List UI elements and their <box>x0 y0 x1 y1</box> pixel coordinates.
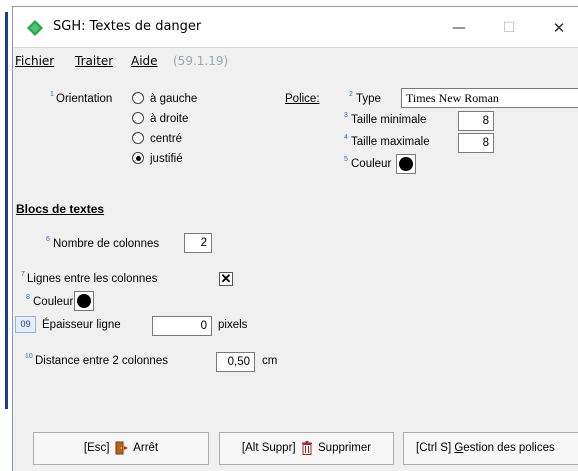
distance-number: 10 <box>25 353 33 360</box>
minimize-button[interactable]: — <box>444 15 474 41</box>
lignes-number: 7 <box>21 271 25 278</box>
trash-icon <box>301 440 312 455</box>
polices-label-rest: estion des polices <box>463 442 555 454</box>
orientation-option-gauche: à gauche <box>150 93 198 105</box>
orientation-option-justifie: justifié <box>150 153 183 165</box>
taille-max-number: 4 <box>344 134 348 141</box>
lignes-checkbox[interactable]: ✕ <box>219 272 233 286</box>
dialog-window: SGH: Textes de danger — ☐ ✕ Fichier Trai… <box>12 6 578 471</box>
epaisseur-field[interactable]: 0 <box>152 316 212 336</box>
arret-label: Arrêt <box>133 442 159 454</box>
orientation-radio-centre[interactable] <box>132 132 144 144</box>
police-color-swatch[interactable] <box>396 154 416 174</box>
window-title: SGH: Textes de danger <box>53 19 202 34</box>
background-window-edge <box>0 0 12 409</box>
menu-aide[interactable]: Aide <box>131 54 158 68</box>
orientation-number: 1 <box>50 91 54 98</box>
colonnes-number: 6 <box>46 236 50 243</box>
orientation-radio-droite[interactable] <box>132 112 144 124</box>
taille-min-number: 3 <box>344 112 348 119</box>
supprimer-button[interactable]: [Alt Suppr] Supprimer <box>219 432 394 465</box>
app-diamond-icon <box>27 20 43 36</box>
blocs-couleur-number: 8 <box>26 294 30 301</box>
orientation-option-droite: à droite <box>150 113 189 125</box>
supprimer-label: Supprimer <box>318 442 372 454</box>
font-type-field[interactable]: Times New Roman <box>401 88 578 108</box>
menu-version: (59.1.19) <box>173 54 229 68</box>
orientation-option-centre: centré <box>150 133 182 145</box>
colonnes-field[interactable]: 2 <box>184 233 212 253</box>
police-couleur-number: 5 <box>344 156 348 163</box>
epaisseur-label: Épaisseur ligne <box>42 319 121 331</box>
polices-label-mnemonic: G <box>454 442 464 454</box>
colonnes-label: Nombre de colonnes <box>53 238 160 250</box>
police-couleur-label: Couleur <box>351 158 392 170</box>
taille-max-label: Taille maximale <box>351 136 430 148</box>
background-window-border <box>5 12 8 409</box>
blocs-color-swatch[interactable] <box>74 291 94 311</box>
menu-bar: Fichier Traiter Aide (59.1.19) <box>13 47 578 73</box>
type-number: 2 <box>349 91 353 98</box>
distance-field[interactable]: 0,50 <box>216 352 255 372</box>
arret-shortcut: [Esc] <box>83 442 110 454</box>
police-heading: Police: <box>285 93 320 105</box>
supprimer-shortcut: [Alt Suppr] <box>241 442 296 454</box>
exit-door-icon <box>115 441 128 455</box>
type-label: Type <box>356 93 381 105</box>
title-bar[interactable]: SGH: Textes de danger — ☐ ✕ <box>13 7 578 47</box>
lignes-label: Lignes entre les colonnes <box>27 273 158 285</box>
orientation-radio-gauche[interactable] <box>132 92 144 104</box>
taille-min-label: Taille minimale <box>351 114 427 126</box>
close-button[interactable]: ✕ <box>544 15 574 41</box>
taille-max-field[interactable]: 8 <box>458 133 494 153</box>
menu-traiter[interactable]: Traiter <box>75 54 113 68</box>
distance-label: Distance entre 2 colonnes <box>35 355 168 367</box>
gestion-polices-button[interactable]: [Ctrl S] Gestion des polices <box>403 432 578 465</box>
orientation-radio-justifie[interactable] <box>132 152 144 164</box>
blocs-couleur-label: Couleur <box>33 296 74 308</box>
distance-unit: cm <box>262 355 278 367</box>
arret-button[interactable]: [Esc] Arrêt <box>33 432 209 465</box>
maximize-button[interactable]: ☐ <box>494 15 524 41</box>
orientation-label: Orientation <box>56 93 113 105</box>
blocs-section-title: Blocs de textes <box>16 202 105 216</box>
menu-fichier[interactable]: Fichier <box>15 54 54 68</box>
epaisseur-number-button[interactable]: 09 <box>15 316 36 333</box>
polices-shortcut: [Ctrl S] <box>416 442 452 454</box>
epaisseur-unit: pixels <box>218 319 248 331</box>
taille-min-field[interactable]: 8 <box>458 111 494 131</box>
